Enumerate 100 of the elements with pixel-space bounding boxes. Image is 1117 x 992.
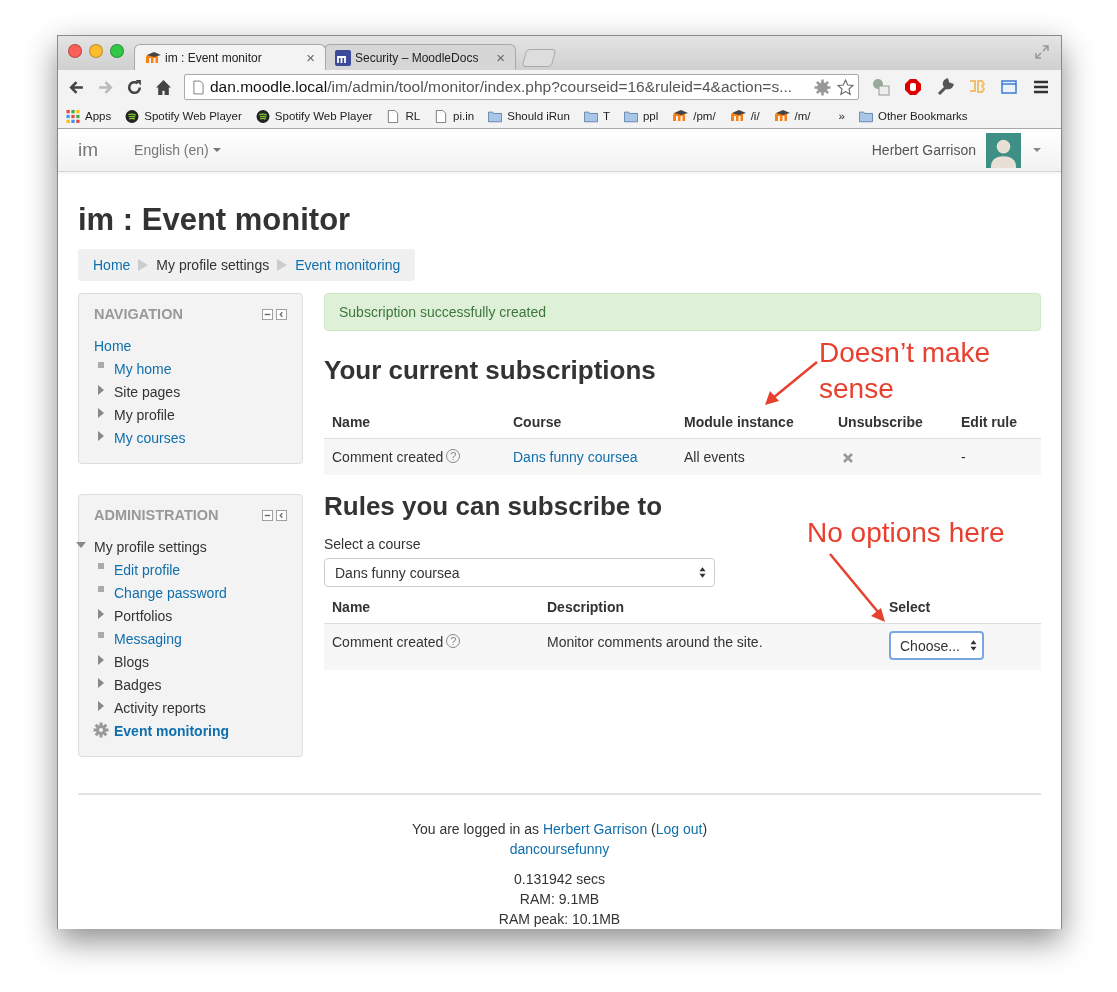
footer-link[interactable]: Log out xyxy=(655,821,703,837)
tree-item: Blogs xyxy=(114,653,150,670)
section-heading: Your current subscriptions xyxy=(324,355,656,386)
collapsed-arrow-icon[interactable] xyxy=(96,678,106,688)
tree-item[interactable]: Messaging xyxy=(114,630,182,647)
user-name[interactable]: Herbert Garrison xyxy=(871,142,976,158)
performance-stat: 0.131942 secs xyxy=(512,870,607,889)
bookmark[interactable]: RL xyxy=(386,109,421,123)
bookmark[interactable]: Spotify Web Player xyxy=(255,109,373,123)
section-heading: Rules you can subscribe to xyxy=(324,491,663,522)
collapsed-arrow-icon[interactable] xyxy=(96,655,106,665)
table-cell: Comment created xyxy=(332,449,444,465)
folder-icon xyxy=(488,109,503,123)
tree-item: Badges xyxy=(114,676,162,693)
page-icon xyxy=(434,109,449,123)
bookmark[interactable]: Spotify Web Player xyxy=(125,109,242,123)
folder-icon xyxy=(583,109,598,123)
browser-tab[interactable]: im : Event monitor × xyxy=(134,44,326,70)
site-brand[interactable]: im xyxy=(78,139,99,161)
caret-icon xyxy=(212,148,221,152)
star-icon[interactable] xyxy=(837,78,854,96)
tree-item: Site pages xyxy=(114,383,181,400)
spotify-icon xyxy=(125,109,140,123)
home-icon[interactable] xyxy=(155,78,172,96)
dock-icon[interactable] xyxy=(276,308,287,320)
back-arrow-icon[interactable] xyxy=(68,78,85,96)
tree-item[interactable]: Edit profile xyxy=(114,561,181,578)
moodle-icon xyxy=(773,108,790,124)
wrench-icon[interactable] xyxy=(936,78,954,96)
course-select[interactable]: Dans funny coursea xyxy=(324,558,715,587)
gear-icon xyxy=(93,722,109,738)
collapsed-arrow-icon[interactable] xyxy=(96,701,106,711)
bookmark[interactable]: /pm/ xyxy=(672,108,716,124)
bookmark[interactable]: Apps xyxy=(66,109,112,123)
dock-icon[interactable] xyxy=(276,509,287,521)
forward-arrow-icon[interactable] xyxy=(97,78,114,96)
window-extension-icon[interactable] xyxy=(1000,78,1018,96)
bullet-icon xyxy=(98,563,104,569)
tree-item: Activity reports xyxy=(114,699,206,716)
field-label: Select a course xyxy=(324,536,422,552)
tree-item: Portfolios xyxy=(114,607,173,624)
apps-grid-icon xyxy=(66,109,80,123)
minimize-icon[interactable] xyxy=(262,308,273,320)
unsubscribe-icon[interactable] xyxy=(842,452,854,464)
bookmark[interactable]: Should iRun xyxy=(488,109,570,123)
reload-icon[interactable] xyxy=(126,78,143,96)
breadcrumb-separator-icon xyxy=(138,259,149,271)
bookmark[interactable]: pi.in xyxy=(434,109,475,123)
success-alert: Subscription successfully created xyxy=(324,293,1041,331)
close-tab-icon[interactable]: × xyxy=(496,49,505,66)
tree-item[interactable]: Change password xyxy=(114,584,227,601)
choose-select[interactable]: Choose... xyxy=(889,631,984,660)
bookmark[interactable]: Other Bookmarks xyxy=(859,109,968,123)
collapsed-arrow-icon[interactable] xyxy=(96,609,106,619)
annotation-text: No options here xyxy=(807,516,1005,550)
fullscreen-icon[interactable] xyxy=(1035,45,1049,59)
caret-icon[interactable] xyxy=(1033,148,1041,152)
course-link[interactable]: Dans funny coursea xyxy=(513,449,638,465)
expanded-arrow-icon[interactable] xyxy=(76,540,86,550)
browser-tab[interactable]: Security – MoodleDocs × xyxy=(324,44,516,70)
block-title: NAVIGATION xyxy=(94,306,183,322)
bookmark[interactable]: ppl xyxy=(623,109,659,123)
breadcrumb-item[interactable]: Event monitoring xyxy=(295,257,401,273)
bookmark[interactable]: /i/ xyxy=(729,108,760,124)
maximize-window-button[interactable] xyxy=(110,44,124,58)
course-link[interactable]: dancoursefunny xyxy=(78,839,1041,859)
close-window-button[interactable] xyxy=(68,44,82,58)
bookmark[interactable]: /m/ xyxy=(773,108,811,124)
minimize-window-button[interactable] xyxy=(89,44,103,58)
new-tab-button[interactable] xyxy=(521,49,557,67)
performance-stat: RAM: 9.1MB xyxy=(518,890,601,909)
bookmark[interactable]: T xyxy=(583,109,610,123)
tree-item[interactable]: Home xyxy=(94,337,132,354)
address-bar[interactable]: dan.moodle.local/im/admin/tool/monitor/index.php?courseid=16&ruleid=4&action=s... xyxy=(184,74,859,100)
annotation-text: Doesn’t make sense xyxy=(819,336,992,406)
tree-item[interactable]: Event monitoring xyxy=(114,722,230,739)
close-tab-icon[interactable]: × xyxy=(306,49,315,66)
moodle-icon xyxy=(672,108,689,124)
language-menu[interactable]: English (en) xyxy=(134,142,872,158)
bullet-icon xyxy=(98,586,104,592)
collapsed-arrow-icon[interactable] xyxy=(96,408,106,418)
collapsed-arrow-icon[interactable] xyxy=(96,385,106,395)
gear-icon[interactable] xyxy=(814,78,831,96)
tree-item[interactable]: My courses xyxy=(114,429,186,446)
more-bookmarks-button[interactable]: » xyxy=(838,110,845,122)
select-arrows-icon xyxy=(970,640,977,651)
footer-link[interactable]: Herbert Garrison xyxy=(542,821,648,837)
collapsed-arrow-icon[interactable] xyxy=(96,431,106,441)
table-cell: Comment created xyxy=(332,634,444,650)
folder-icon xyxy=(623,109,638,123)
bullet-icon xyxy=(98,362,104,368)
tree-item[interactable]: My home xyxy=(114,360,172,377)
menu-icon[interactable] xyxy=(1032,78,1050,96)
avatar-icon[interactable] xyxy=(986,132,1021,168)
minimize-icon[interactable] xyxy=(262,509,273,521)
table-cell: Monitor comments around the site. xyxy=(547,634,763,650)
tree-item: My profile xyxy=(114,406,175,423)
breadcrumb-item[interactable]: Home xyxy=(93,257,131,273)
performance-stat: RAM peak: 10.1MB xyxy=(497,910,622,929)
moodle-favicon-icon xyxy=(145,49,161,66)
